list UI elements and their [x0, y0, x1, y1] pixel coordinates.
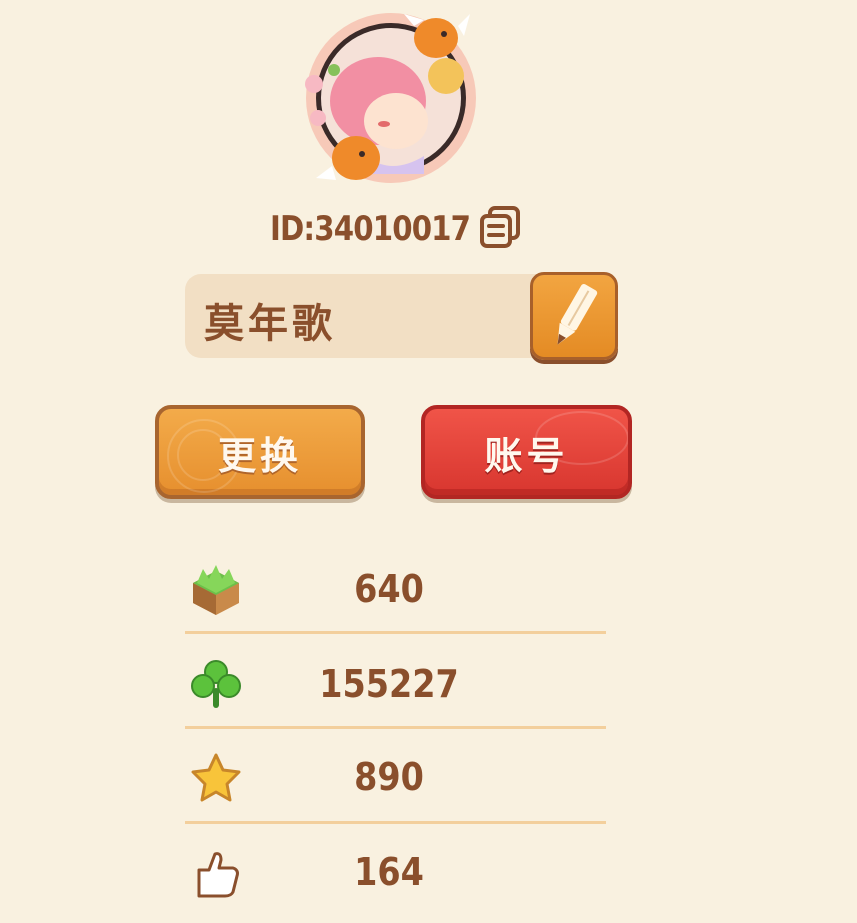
- divider: [185, 821, 606, 824]
- stat-row-star: 890: [185, 733, 606, 828]
- nickname-text: 莫年歌: [204, 301, 336, 347]
- avatar[interactable]: [296, 6, 486, 188]
- account-button[interactable]: 账号: [421, 405, 632, 499]
- account-button-label: 账号: [484, 433, 569, 478]
- stat-row-grass: 640: [185, 545, 606, 640]
- stat-row-likes: 164: [185, 828, 606, 923]
- stat-value: 164: [354, 850, 424, 894]
- copy-id-button[interactable]: [478, 204, 524, 250]
- stat-value: 640: [354, 567, 424, 611]
- change-button-label: 更换: [217, 433, 302, 478]
- divider: [185, 631, 606, 634]
- edit-nickname-button[interactable]: [530, 272, 618, 360]
- stat-value: 890: [354, 755, 424, 799]
- divider: [185, 726, 606, 729]
- player-id-row: ID:34010017: [270, 203, 503, 255]
- pencil-icon: [557, 284, 598, 345]
- player-id: ID:34010017: [270, 209, 471, 249]
- change-avatar-button[interactable]: 更换: [155, 405, 365, 499]
- stat-value: 155227: [319, 662, 459, 706]
- copy-icon: [480, 206, 520, 248]
- stat-row-clover: 155227: [185, 638, 606, 733]
